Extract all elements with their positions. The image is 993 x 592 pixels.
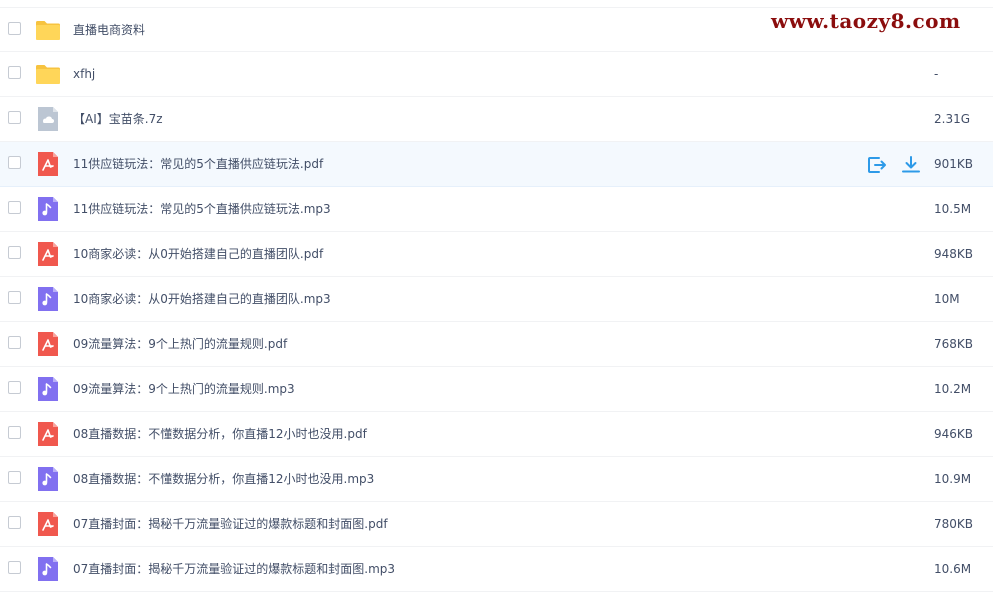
share-icon[interactable] <box>866 154 888 176</box>
download-icon[interactable] <box>900 154 922 176</box>
row-checkbox[interactable] <box>8 516 21 529</box>
row-checkbox[interactable] <box>8 471 21 484</box>
file-size: 10.9M <box>934 472 972 486</box>
file-row[interactable]: 07直播封面：揭秘千万流量验证过的爆款标题和封面图.mp3 10.6M <box>0 547 993 592</box>
row-checkbox[interactable] <box>8 246 21 259</box>
file-size: 946KB <box>934 427 974 441</box>
file-row[interactable]: 【AI】宝苗条.7z 2.31G <box>0 97 993 142</box>
file-row[interactable]: 10商家必读：从0开始搭建自己的直播团队.pdf 948KB <box>0 232 993 277</box>
audio-icon <box>35 286 61 312</box>
file-row[interactable]: 09流量算法：9个上热门的流量规则.pdf 768KB <box>0 322 993 367</box>
file-size: 10.6M <box>934 562 972 576</box>
file-name[interactable]: 11供应链玩法：常见的5个直播供应链玩法.mp3 <box>73 187 331 231</box>
file-size: 2.31G <box>934 112 971 126</box>
audio-icon <box>35 196 61 222</box>
file-list: 直播电商资料 xfhj - 【AI】宝苗条.7z 2.31G 11供应链玩法：常见的5个直… <box>0 7 993 592</box>
file-name[interactable]: 08直播数据：不懂数据分析，你直播12小时也没用.mp3 <box>73 457 374 501</box>
folder-icon <box>35 17 61 43</box>
audio-icon <box>35 376 61 402</box>
watermark: www.taozy8.com <box>771 9 961 33</box>
pdf-icon <box>35 421 61 447</box>
file-size: 768KB <box>934 337 974 351</box>
row-checkbox[interactable] <box>8 381 21 394</box>
folder-icon <box>35 61 61 87</box>
file-row[interactable]: xfhj - <box>0 52 993 97</box>
row-checkbox[interactable] <box>8 426 21 439</box>
file-row[interactable]: 11供应链玩法：常见的5个直播供应链玩法.mp3 10.5M <box>0 187 993 232</box>
file-name[interactable]: 11供应链玩法：常见的5个直播供应链玩法.pdf <box>73 142 323 186</box>
file-size: 780KB <box>934 517 974 531</box>
file-name[interactable]: 08直播数据：不懂数据分析，你直播12小时也没用.pdf <box>73 412 367 456</box>
file-name[interactable]: 07直播封面：揭秘千万流量验证过的爆款标题和封面图.pdf <box>73 502 388 546</box>
audio-icon <box>35 466 61 492</box>
row-checkbox[interactable] <box>8 336 21 349</box>
file-name[interactable]: 直播电商资料 <box>73 8 145 52</box>
file-size: 10M <box>934 292 960 306</box>
row-checkbox[interactable] <box>8 291 21 304</box>
file-name[interactable]: 10商家必读：从0开始搭建自己的直播团队.pdf <box>73 232 323 276</box>
file-name[interactable]: 【AI】宝苗条.7z <box>73 97 163 141</box>
file-size: - <box>934 67 939 81</box>
file-row[interactable]: 08直播数据：不懂数据分析，你直播12小时也没用.pdf 946KB <box>0 412 993 457</box>
row-checkbox[interactable] <box>8 66 21 79</box>
pdf-icon <box>35 331 61 357</box>
file-name[interactable]: xfhj <box>73 52 95 96</box>
row-checkbox[interactable] <box>8 561 21 574</box>
file-row[interactable]: 10商家必读：从0开始搭建自己的直播团队.mp3 10M <box>0 277 993 322</box>
file-name[interactable]: 09流量算法：9个上热门的流量规则.pdf <box>73 322 287 366</box>
row-checkbox[interactable] <box>8 201 21 214</box>
pdf-icon <box>35 241 61 267</box>
file-row[interactable]: 09流量算法：9个上热门的流量规则.mp3 10.2M <box>0 367 993 412</box>
file-row[interactable]: 08直播数据：不懂数据分析，你直播12小时也没用.mp3 10.9M <box>0 457 993 502</box>
pdf-icon <box>35 511 61 537</box>
row-checkbox[interactable] <box>8 156 21 169</box>
file-size: 10.2M <box>934 382 972 396</box>
file-name[interactable]: 09流量算法：9个上热门的流量规则.mp3 <box>73 367 295 411</box>
pdf-icon <box>35 151 61 177</box>
file-row[interactable]: 07直播封面：揭秘千万流量验证过的爆款标题和封面图.pdf 780KB <box>0 502 993 547</box>
file-size: 901KB <box>934 157 974 171</box>
audio-icon <box>35 556 61 582</box>
file-name[interactable]: 10商家必读：从0开始搭建自己的直播团队.mp3 <box>73 277 331 321</box>
file-size: 10.5M <box>934 202 972 216</box>
row-checkbox[interactable] <box>8 22 21 35</box>
row-checkbox[interactable] <box>8 111 21 124</box>
file-size: 948KB <box>934 247 974 261</box>
file-row[interactable]: 11供应链玩法：常见的5个直播供应链玩法.pdf 901KB <box>0 142 993 187</box>
file-name[interactable]: 07直播封面：揭秘千万流量验证过的爆款标题和封面图.mp3 <box>73 547 395 591</box>
archive-icon <box>35 106 61 132</box>
